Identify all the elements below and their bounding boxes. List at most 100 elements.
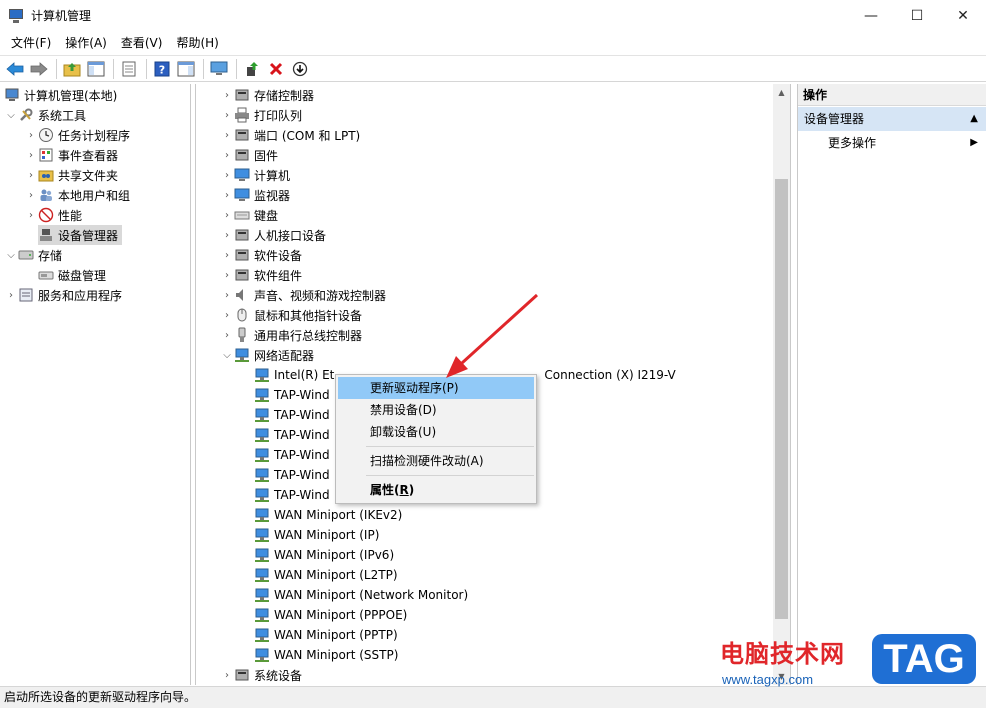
up-folder-button[interactable]: [61, 58, 83, 80]
network-adapter-item[interactable]: TAP-Wind: [254, 485, 330, 505]
network-adapter-item[interactable]: TAP-Wind: [254, 425, 330, 445]
tree-device-manager[interactable]: 设备管理器: [38, 225, 123, 245]
chevron-right-icon[interactable]: ›: [220, 270, 234, 281]
device-category[interactable]: › 声音、视频和游戏控制器: [220, 285, 386, 305]
device-category[interactable]: › 人机接口设备: [220, 225, 326, 245]
chevron-right-icon[interactable]: ›: [220, 90, 234, 101]
tree-event-viewer-label: 事件查看器: [58, 148, 119, 163]
network-adapter-item[interactable]: TAP-Wind: [254, 405, 330, 425]
chevron-right-icon[interactable]: ›: [220, 290, 234, 301]
network-adapter-item-label: WAN Miniport (PPPOE): [274, 608, 408, 622]
tree-storage[interactable]: ⌵ 存储: [4, 245, 62, 265]
device-category-system[interactable]: › 系统设备: [220, 665, 302, 685]
help-button[interactable]: ?: [151, 58, 173, 80]
tree-system-tools[interactable]: ⌵ 系统工具: [4, 105, 86, 125]
tree-disk-management[interactable]: 磁盘管理: [38, 265, 106, 285]
ctx-disable-device[interactable]: 禁用设备(D): [338, 399, 534, 421]
chevron-right-icon[interactable]: ›: [24, 130, 38, 141]
scroll-up-icon[interactable]: ▲: [773, 84, 790, 101]
device-category[interactable]: › 打印队列: [220, 105, 302, 125]
ctx-uninstall-device[interactable]: 卸载设备(U): [338, 421, 534, 443]
device-category-network[interactable]: ⌵ 网络适配器: [220, 345, 314, 365]
device-category[interactable]: › 软件设备: [220, 245, 302, 265]
menu-action[interactable]: 操作(A): [58, 32, 114, 54]
network-adapter-item[interactable]: WAN Miniport (SSTP): [254, 645, 398, 665]
network-adapter-item[interactable]: WAN Miniport (PPPOE): [254, 605, 407, 625]
chevron-right-icon[interactable]: ›: [24, 150, 38, 161]
chevron-right-icon[interactable]: ›: [24, 190, 38, 201]
maximize-button[interactable]: ☐: [894, 0, 940, 31]
firmware-icon: [234, 147, 250, 163]
action-pane-button[interactable]: [175, 58, 197, 80]
tree-performance[interactable]: › 性能: [24, 205, 82, 225]
menu-help[interactable]: 帮助(H): [169, 32, 225, 54]
tree-local-users[interactable]: › 本地用户和组: [24, 185, 130, 205]
ctx-properties[interactable]: 属性(R): [338, 479, 534, 501]
disable-toolbar-button[interactable]: [289, 58, 311, 80]
chevron-down-icon[interactable]: ⌵: [4, 110, 18, 121]
device-category[interactable]: › 存储控制器: [220, 85, 314, 105]
tree-shared-folders[interactable]: › 共享文件夹: [24, 165, 118, 185]
chevron-right-icon[interactable]: ›: [220, 670, 234, 681]
tree-event-viewer[interactable]: › 事件查看器: [24, 145, 118, 165]
network-adapter-item[interactable]: TAP-Wind: [254, 465, 330, 485]
ctx-properties-key: R: [399, 483, 409, 497]
chevron-right-icon[interactable]: ›: [220, 330, 234, 341]
device-category[interactable]: › 监视器: [220, 185, 290, 205]
network-adapter-item[interactable]: WAN Miniport (Network Monitor): [254, 585, 468, 605]
tree-system-tools-label: 系统工具: [38, 108, 87, 123]
menu-view[interactable]: 查看(V): [114, 32, 170, 54]
tree-task-scheduler[interactable]: › 任务计划程序: [24, 125, 130, 145]
minimize-button[interactable]: —: [848, 0, 894, 31]
tree-root[interactable]: 计算机管理(本地): [4, 85, 117, 105]
scrollbar-thumb[interactable]: [775, 179, 788, 619]
chevron-right-icon[interactable]: ›: [220, 190, 234, 201]
chevron-down-icon[interactable]: ⌵: [220, 350, 234, 361]
uninstall-toolbar-button[interactable]: [265, 58, 287, 80]
network-adapter-item[interactable]: WAN Miniport (IP): [254, 525, 379, 545]
chevron-right-icon[interactable]: ›: [220, 230, 234, 241]
chevron-right-icon[interactable]: ›: [24, 170, 38, 181]
tree-services-apps[interactable]: › 服务和应用程序: [4, 285, 122, 305]
chevron-right-icon[interactable]: ›: [220, 110, 234, 121]
chevron-right-icon[interactable]: ›: [24, 210, 38, 221]
chevron-right-icon[interactable]: ›: [220, 150, 234, 161]
more-actions-item[interactable]: 更多操作 ▶: [798, 131, 986, 155]
chevron-right-icon[interactable]: ›: [220, 170, 234, 181]
close-button[interactable]: ✕: [940, 0, 986, 31]
ctx-update-driver[interactable]: 更新驱动程序(P): [338, 377, 534, 399]
chevron-right-icon[interactable]: ›: [220, 310, 234, 321]
device-category[interactable]: › 键盘: [220, 205, 278, 225]
down-circle-icon: [292, 61, 308, 76]
menu-file[interactable]: 文件(F): [4, 32, 58, 54]
device-category[interactable]: › 端口 (COM 和 LPT): [220, 125, 360, 145]
chevron-right-icon[interactable]: ›: [220, 130, 234, 141]
properties-toolbar-button[interactable]: [118, 58, 140, 80]
device-category-label: 计算机: [254, 168, 291, 183]
ctx-scan-hardware[interactable]: 扫描检测硬件改动(A): [338, 450, 534, 472]
collapse-up-icon[interactable]: ▲: [970, 107, 978, 131]
back-button[interactable]: [4, 58, 26, 80]
network-adapter-item[interactable]: WAN Miniport (L2TP): [254, 565, 398, 585]
device-category[interactable]: › 鼠标和其他指针设备: [220, 305, 362, 325]
device-category[interactable]: › 计算机: [220, 165, 290, 185]
forward-button[interactable]: [28, 58, 50, 80]
chevron-down-icon[interactable]: ⌵: [4, 250, 18, 261]
network-adapter-item[interactable]: TAP-Wind: [254, 385, 330, 405]
chevron-right-icon[interactable]: ›: [220, 250, 234, 261]
device-category[interactable]: › 固件: [220, 145, 278, 165]
update-driver-toolbar-button[interactable]: [241, 58, 263, 80]
chevron-right-icon[interactable]: ›: [220, 210, 234, 221]
actions-section-device-manager[interactable]: 设备管理器 ▲: [798, 107, 986, 131]
scan-hardware-button[interactable]: [208, 58, 230, 80]
chevron-right-icon[interactable]: ›: [4, 290, 18, 301]
device-category[interactable]: › 通用串行总线控制器: [220, 325, 362, 345]
network-adapter-item[interactable]: WAN Miniport (IKEv2): [254, 505, 402, 525]
network-adapter-item[interactable]: WAN Miniport (PPTP): [254, 625, 398, 645]
network-adapter-item[interactable]: WAN Miniport (IPv6): [254, 545, 394, 565]
tree-root-label: 计算机管理(本地): [24, 88, 118, 103]
vertical-scrollbar[interactable]: ▲ ▼: [773, 84, 790, 685]
show-hide-tree-button[interactable]: [85, 58, 107, 80]
device-category[interactable]: › 软件组件: [220, 265, 302, 285]
network-adapter-item[interactable]: TAP-Wind: [254, 445, 330, 465]
